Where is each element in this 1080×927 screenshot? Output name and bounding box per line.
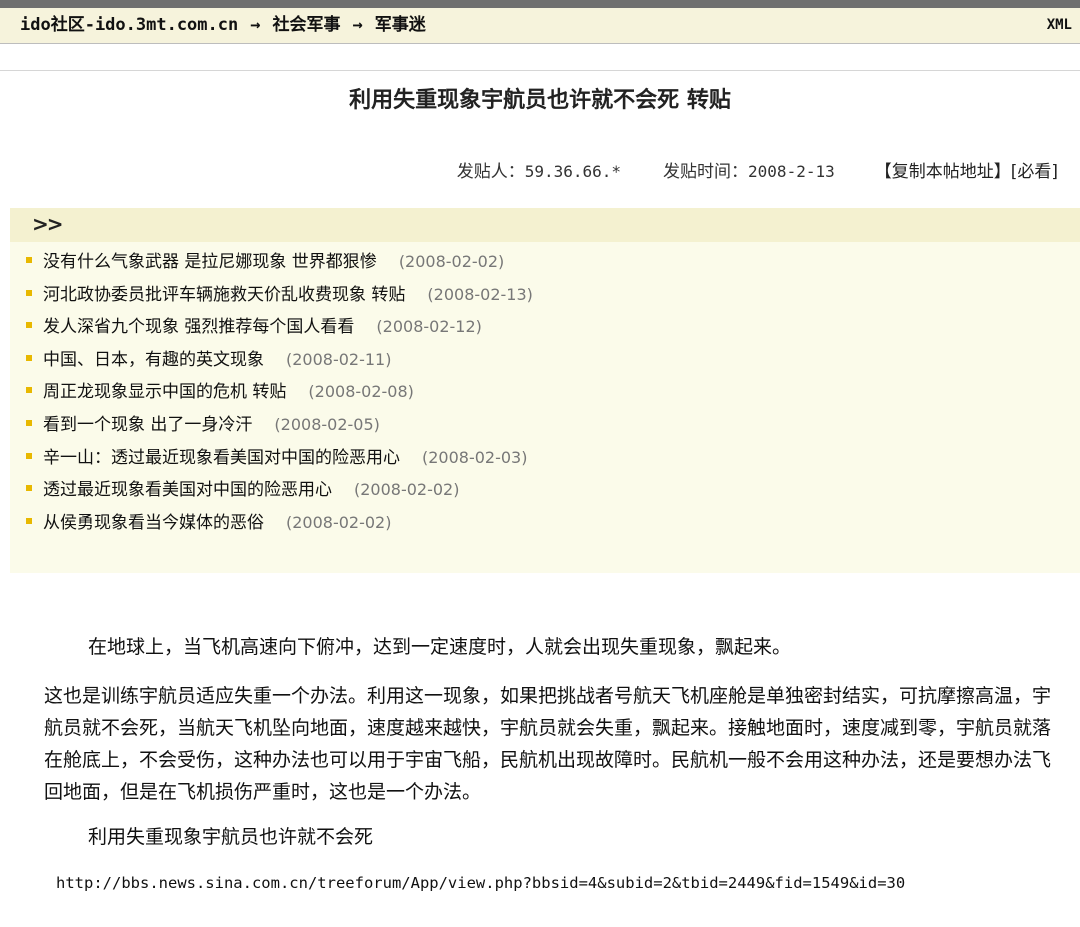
related-post-link[interactable]: 看到一个现象 出了一身冷汗 [43, 415, 252, 435]
related-post-date: (2008-02-13) [427, 284, 533, 304]
related-post-date: (2008-02-12) [376, 317, 482, 337]
list-item: 透过最近现象看美国对中国的险恶用心 (2008-02-02) [26, 476, 533, 509]
bullet-square-icon [26, 354, 32, 361]
post-title: 利用失重现象宇航员也许就不会死 转贴 [349, 88, 731, 113]
list-item: 周正龙现象显示中国的危机 转贴 (2008-02-08) [26, 378, 533, 411]
post-time: 发贴时间：2008-2-13 [663, 160, 835, 184]
bullet-square-icon [26, 452, 32, 459]
related-post-date: (2008-02-02) [398, 252, 505, 271]
bullet-square-icon [26, 289, 32, 296]
bullet-square-icon [26, 485, 32, 492]
list-item: 发人深省九个现象 强烈推荐每个国人看看 (2008-02-12) [26, 313, 533, 346]
bullet-square-icon [26, 387, 32, 394]
post-author: 发贴人：59.36.66.* [457, 160, 621, 184]
breadcrumb-bar: ido社区-ido.3mt.com.cn → 社会军事 → 军事迷 XML [0, 8, 1080, 44]
copy-post-link-button[interactable]: 【复制本帖地址】 [875, 162, 1011, 182]
top-stripe [0, 0, 1080, 8]
related-post-date: (2008-02-03) [422, 447, 528, 467]
breadcrumb-section-link[interactable]: 社会军事 [272, 15, 340, 35]
related-post-date: (2008-02-05) [274, 414, 380, 434]
related-post-link[interactable]: 透过最近现象看美国对中国的险恶用心 [43, 480, 332, 500]
author-label: 发贴人： [456, 162, 525, 182]
list-item: 辛一山：透过最近现象看美国对中国的险恶用心 (2008-02-03) [26, 444, 533, 477]
list-item: 中国、日本，有趣的英文现象 (2008-02-11) [26, 346, 533, 379]
time-value: 2008-2-13 [748, 162, 835, 181]
must-read-link[interactable]: [必看] [1011, 162, 1058, 182]
related-posts-list: 没有什么气象武器 是拉尼娜现象 世界都狠惨 (2008-02-02) 河北政协委员批… [26, 248, 533, 541]
content-paragraph: 这也是训练宇航员适应失重一个办法。利用这一现象，如果把挑战者号航天飞机座舱是单独… [44, 685, 1052, 803]
bullet-square-icon [26, 257, 32, 263]
related-post-link[interactable]: 没有什么气象武器 是拉尼娜现象 世界都狠惨 [43, 252, 377, 272]
list-item: 看到一个现象 出了一身冷汗 (2008-02-05) [26, 411, 533, 444]
list-item: 没有什么气象武器 是拉尼娜现象 世界都狠惨 (2008-02-02) [26, 248, 533, 281]
related-post-link[interactable]: 从侯勇现象看当今媒体的恶俗 [43, 513, 264, 533]
breadcrumb-separator: → [250, 15, 261, 35]
xml-feed-link[interactable]: XML [1047, 17, 1072, 33]
post-content: 在地球上，当飞机高速向下俯冲，达到一定速度时，人就会出现失重现象，飘起来。 这也… [44, 628, 1064, 856]
related-posts-panel: >> 没有什么气象武器 是拉尼娜现象 世界都狠惨 (2008-02-02) 河北政协… [10, 208, 1080, 573]
content-paragraph: 利用失重现象宇航员也许就不会死 [88, 826, 374, 848]
related-post-date: (2008-02-08) [308, 382, 414, 402]
breadcrumb: ido社区-ido.3mt.com.cn → 社会军事 → 军事迷 [20, 15, 426, 35]
author-value: 59.36.66.* [524, 162, 622, 181]
breadcrumb-separator: → [352, 15, 363, 35]
related-posts-header: >> [10, 208, 1080, 242]
content-paragraph: 在地球上，当飞机高速向下俯冲，达到一定速度时，人就会出现失重现象，飘起来。 [88, 636, 792, 658]
related-post-link[interactable]: 发人深省九个现象 强烈推荐每个国人看看 [43, 317, 354, 337]
post-meta: 发贴人：59.36.66.* 发贴时间：2008-2-13 【复制本帖地址】[必看] [457, 160, 1058, 184]
header-divider [0, 70, 1080, 71]
bullet-square-icon [26, 419, 32, 426]
bullet-square-icon [26, 322, 32, 329]
related-post-date: (2008-02-02) [354, 480, 460, 500]
bullet-square-icon [26, 517, 32, 524]
related-post-link[interactable]: 河北政协委员批评车辆施救天价乱收费现象 转贴 [43, 285, 405, 305]
list-item: 从侯勇现象看当今媒体的恶俗 (2008-02-02) [26, 509, 533, 542]
related-post-link[interactable]: 辛一山：透过最近现象看美国对中国的险恶用心 [43, 448, 400, 468]
list-item: 河北政协委员批评车辆施救天价乱收费现象 转贴 (2008-02-13) [26, 281, 533, 314]
related-post-date: (2008-02-11) [286, 349, 392, 369]
time-label: 发贴时间： [663, 162, 749, 182]
breadcrumb-subsection-link[interactable]: 军事迷 [375, 15, 426, 35]
related-post-date: (2008-02-02) [286, 512, 392, 532]
related-post-link[interactable]: 中国、日本，有趣的英文现象 [43, 350, 264, 370]
double-chevron-right-icon: >> [32, 212, 63, 236]
source-url-link[interactable]: http://bbs.news.sina.com.cn/treeforum/Ap… [56, 874, 905, 892]
breadcrumb-site-link[interactable]: ido社区-ido.3mt.com.cn [20, 15, 238, 35]
related-post-link[interactable]: 周正龙现象显示中国的危机 转贴 [43, 382, 286, 402]
